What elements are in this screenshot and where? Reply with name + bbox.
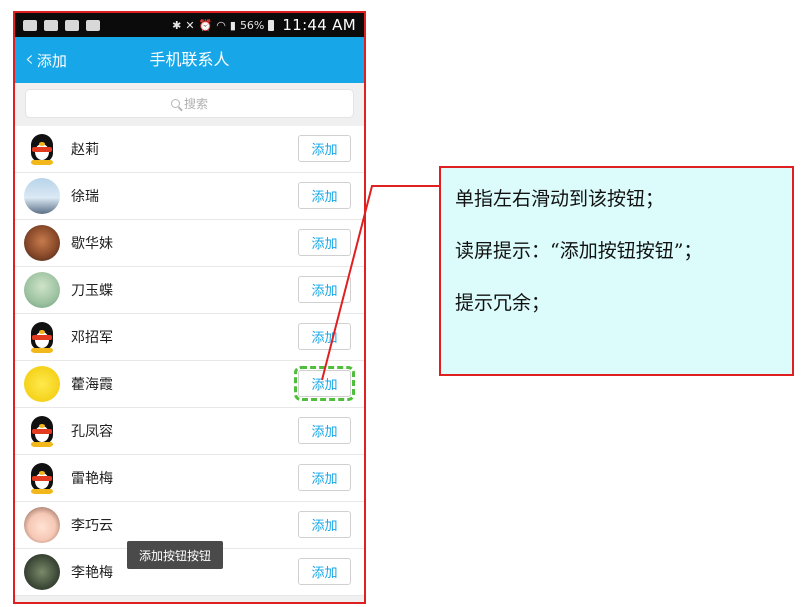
annotation-line: 读屏提示：“添加按钮按钮”； [455, 240, 703, 262]
annotation-callout: 单指左右滑动到该按钮； 读屏提示：“添加按钮按钮”； 提示冗余； [439, 166, 794, 376]
annotation-line: 提示冗余； [455, 292, 551, 314]
annotation-line: 单指左右滑动到该按钮； [455, 188, 665, 210]
connector-line [321, 185, 439, 381]
